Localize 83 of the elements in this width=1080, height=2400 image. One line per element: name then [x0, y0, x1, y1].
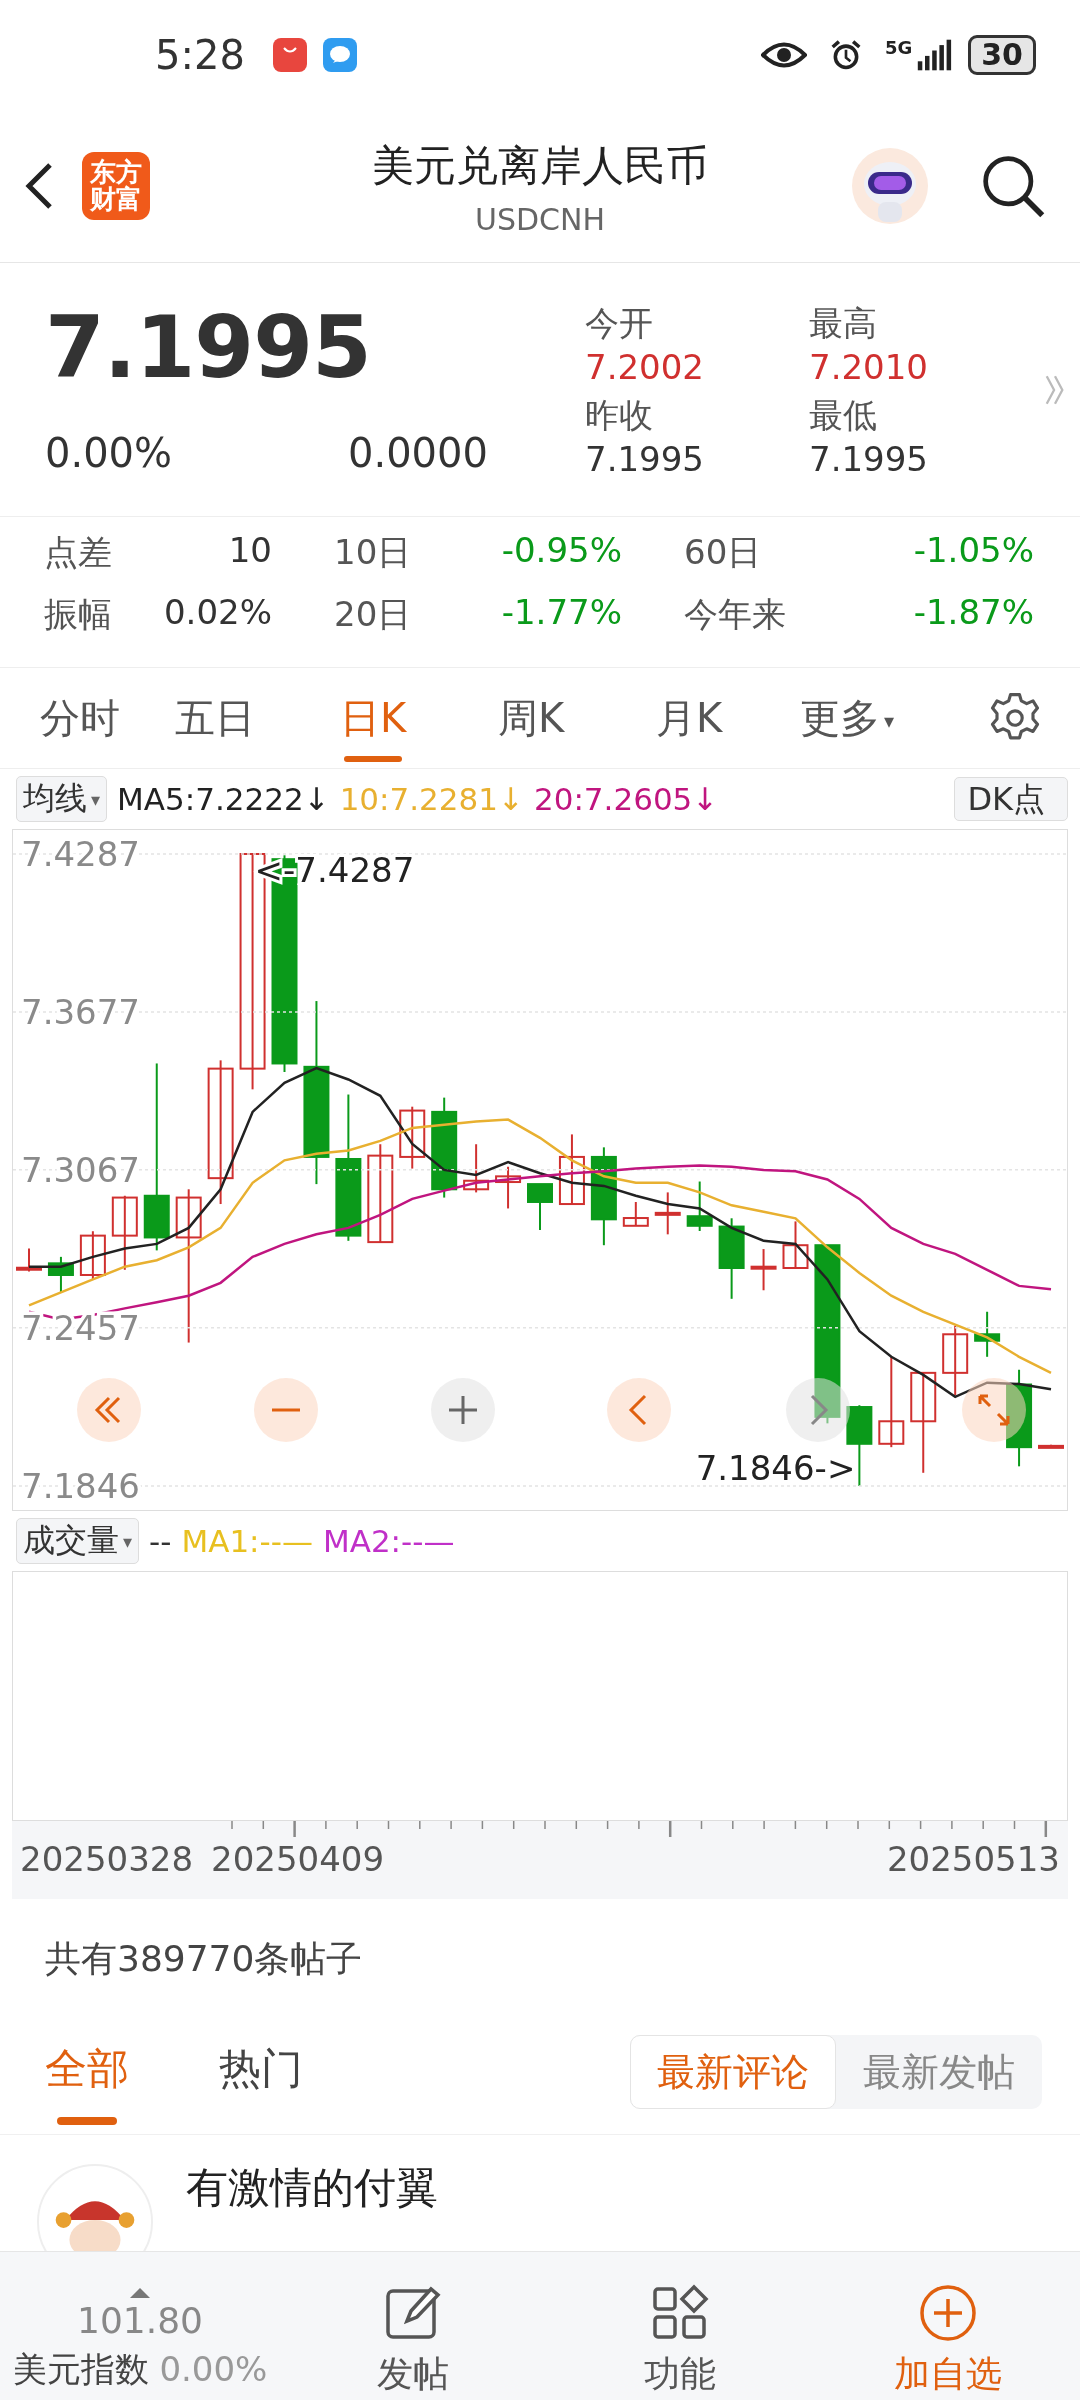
candle — [527, 1183, 553, 1231]
plus-circle-icon — [917, 2282, 978, 2343]
current-price: 7.1995 — [45, 303, 372, 390]
toolbar-action[interactable]: 功能 — [545, 2252, 815, 2400]
quote-value: 7.2002 — [585, 346, 705, 387]
chart-tab[interactable]: 分时 — [24, 674, 136, 762]
post-count: 共有389770条帖子 — [44, 1936, 364, 1981]
price-annotation: 7.1846-> — [695, 1448, 856, 1488]
date-label: 20250328 — [20, 1839, 194, 1879]
quote-label: 最低 — [809, 393, 878, 437]
ma-value: 10:7.2281↓ — [339, 781, 524, 817]
stat-label: 今年来 — [684, 593, 786, 636]
date-label: 20250513 — [886, 1839, 1060, 1879]
stat-label: 10日 — [334, 531, 412, 574]
quote-value: 7.1995 — [585, 438, 705, 479]
candle — [782, 1220, 809, 1269]
page-title: 美元兑离岸人民币 — [372, 140, 708, 192]
y-axis-label: 7.2457 — [21, 1307, 140, 1348]
stat-value: -1.87% — [913, 592, 1034, 634]
signal-icon — [916, 39, 953, 71]
candle — [686, 1180, 713, 1232]
app-store-icon — [272, 38, 307, 72]
message-icon — [322, 38, 357, 72]
back-icon[interactable] — [24, 161, 54, 211]
quote-label: 昨收 — [585, 393, 654, 437]
post-tab[interactable]: 全部 — [45, 2018, 129, 2125]
stat-value: 0.02% — [164, 592, 272, 634]
quote-label: 最高 — [809, 301, 878, 345]
chart-tab[interactable]: 更多▾ — [768, 674, 926, 762]
sort-option[interactable]: 最新评论 — [630, 2034, 836, 2109]
candle — [974, 1310, 1001, 1358]
stat-label: 振幅 — [44, 593, 112, 636]
ma-value: MA5:7.2222↓ — [117, 781, 330, 817]
y-axis-label: 7.3067 — [21, 1149, 140, 1190]
chart-tab[interactable]: 五日 — [136, 674, 294, 762]
post-tab[interactable]: 热门 — [219, 2018, 303, 2125]
post-author[interactable]: 有激情的付翼 — [186, 2163, 438, 2214]
y-axis-label: 7.3677 — [21, 991, 140, 1032]
up-triangle-icon — [130, 2287, 150, 2298]
candle — [622, 1201, 649, 1227]
stat-value: 10 — [228, 530, 272, 572]
stat-value: -1.05% — [913, 530, 1034, 572]
quote-label: 今开 — [585, 301, 654, 345]
y-axis-label: 7.4287 — [21, 834, 140, 874]
chart-tab[interactable]: 月K — [610, 674, 768, 762]
search-icon[interactable] — [980, 153, 1046, 219]
dollar-index-ticker[interactable]: 101.80 美元指数 0.00% — [0, 2252, 280, 2400]
app-logo: 东方 财富 — [82, 152, 150, 220]
indicator-dropdown[interactable]: 均线▾ — [16, 776, 108, 822]
chart-tab[interactable]: 周K — [452, 674, 610, 762]
date-label: 20250409 — [211, 1839, 385, 1879]
stat-label: 点差 — [44, 531, 112, 574]
stat-label: 20日 — [334, 593, 412, 636]
candle — [399, 1105, 426, 1170]
stat-value: -1.77% — [501, 592, 622, 634]
candle — [750, 1248, 777, 1292]
stat-label: 60日 — [684, 531, 762, 574]
status-time: 5:28 — [155, 32, 245, 78]
candle — [463, 1143, 490, 1194]
dk-point-button[interactable]: DK点 — [954, 777, 1068, 821]
y-axis-label: 7.1846 — [21, 1466, 140, 1506]
candle — [1038, 1443, 1064, 1449]
stat-value: -0.95% — [501, 530, 622, 572]
symbol-code: USDCNH — [474, 202, 606, 237]
quote-value: 7.1995 — [809, 438, 929, 479]
volume-ma-value: MA1:--— — [181, 1523, 313, 1559]
volume-ma-value: MA2:--— — [322, 1523, 455, 1559]
quote-value: 7.2010 — [809, 346, 929, 387]
candle — [654, 1191, 681, 1236]
candle — [79, 1230, 106, 1281]
robot-avatar-icon[interactable] — [850, 146, 930, 226]
volume-dropdown[interactable]: 成交量▾ — [16, 1518, 140, 1564]
battery-indicator: 30 — [968, 35, 1036, 75]
change-percent: 0.00% — [45, 429, 174, 476]
change-value: 0.0000 — [348, 429, 488, 476]
network-label: 5G — [884, 39, 913, 57]
ma-value: 20:7.2605↓ — [533, 781, 719, 817]
candle — [495, 1165, 522, 1210]
volume-value: -- — [149, 1523, 172, 1559]
candle — [47, 1255, 74, 1294]
chart-tab[interactable]: 日K — [294, 674, 452, 762]
toolbar-action[interactable]: 发帖 — [280, 2252, 545, 2400]
candle — [16, 1247, 42, 1273]
